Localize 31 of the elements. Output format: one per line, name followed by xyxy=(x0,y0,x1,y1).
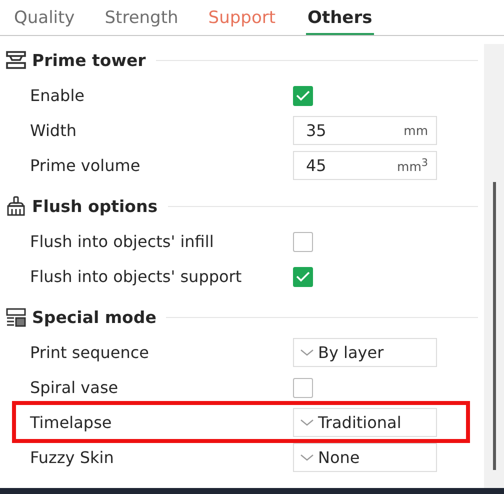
scrollbar[interactable] xyxy=(484,44,504,488)
setting-label: Prime volume xyxy=(29,156,142,175)
dropdown[interactable]: Traditional xyxy=(293,408,437,437)
chevron-down-icon xyxy=(300,348,314,356)
dropdown[interactable]: By layer xyxy=(293,338,437,367)
tab[interactable]: Others xyxy=(306,8,374,35)
setting-label: Width xyxy=(29,121,78,140)
checkbox[interactable] xyxy=(293,266,313,286)
checkbox[interactable] xyxy=(293,86,313,106)
checkbox[interactable] xyxy=(293,378,313,398)
setting-label: Fuzzy Skin xyxy=(29,448,115,467)
setting-label: Timelapse xyxy=(29,413,113,432)
setting-label: Spiral vase xyxy=(29,378,120,397)
number-field[interactable]: 35 mm xyxy=(293,116,437,145)
setting-label: Print sequence xyxy=(29,343,150,362)
setting-label: Flush into objects' support xyxy=(29,267,243,286)
chevron-down-icon xyxy=(300,454,314,462)
chevron-down-icon xyxy=(300,418,314,426)
layout-icon xyxy=(6,308,26,326)
setting-label: Enable xyxy=(29,86,86,105)
number-field[interactable]: 45 mm$^{3}$ xyxy=(293,151,437,180)
tab[interactable]: Quality xyxy=(14,8,75,35)
section-title: Flush options xyxy=(32,196,158,216)
tower-icon xyxy=(6,51,26,69)
section-title: Prime tower xyxy=(32,50,146,70)
dropdown[interactable]: None xyxy=(293,443,437,472)
tab[interactable]: Strength xyxy=(104,8,178,35)
section-title: Special mode xyxy=(32,308,156,326)
setting-label: Flush into objects' infill xyxy=(29,232,215,251)
brush-icon xyxy=(6,196,26,216)
checkbox[interactable] xyxy=(293,232,313,252)
